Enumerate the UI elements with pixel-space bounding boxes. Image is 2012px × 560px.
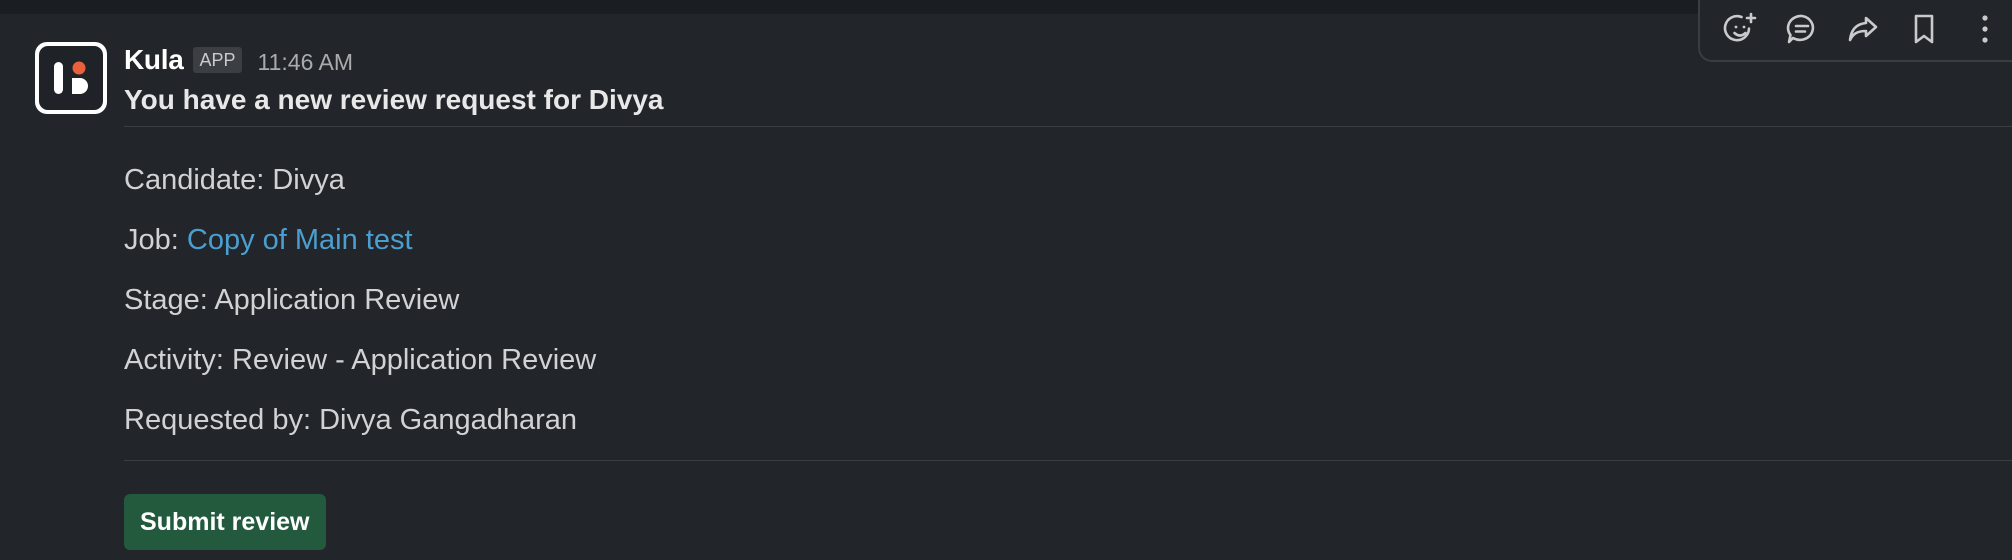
stage-label: Stage: (124, 284, 208, 316)
job-link[interactable]: Copy of Main test (187, 224, 413, 256)
add-reaction-icon[interactable] (1722, 8, 1761, 50)
share-message-icon[interactable] (1844, 8, 1883, 50)
more-actions-icon[interactable] (1965, 8, 2004, 50)
message-header: Kula APP 11:46 AM (124, 40, 353, 80)
save-bookmark-icon[interactable] (1904, 8, 1943, 50)
candidate-field: Candidate: Divya (124, 164, 345, 197)
divider (124, 126, 2012, 127)
candidate-value: Divya (272, 164, 345, 196)
avatar[interactable] (35, 42, 107, 114)
requested-by-field: Requested by: Divya Gangadharan (124, 404, 577, 437)
stage-field: Stage: Application Review (124, 284, 459, 317)
stage-value: Application Review (214, 284, 460, 316)
message-container: Kula APP 11:46 AM You have a new review … (0, 14, 2012, 560)
reply-in-thread-icon[interactable] (1783, 8, 1822, 50)
requested-by-value: Divya Gangadharan (319, 404, 578, 436)
requested-by-label: Requested by: (124, 404, 312, 436)
job-label: Job: (124, 224, 179, 256)
activity-label: Activity: (124, 344, 224, 376)
job-field: Job: Copy of Main test (124, 224, 413, 257)
candidate-label: Candidate: (124, 164, 265, 196)
activity-field: Activity: Review - Application Review (124, 344, 596, 377)
message-actions-toolbar (1698, 0, 2012, 62)
message-title: You have a new review request for Divya (124, 84, 664, 115)
divider (124, 460, 2012, 461)
sender-name[interactable]: Kula (124, 44, 184, 76)
activity-value: Review - Application Review (231, 344, 597, 376)
submit-review-button[interactable]: Submit review (124, 494, 326, 550)
app-badge: APP (193, 47, 242, 73)
message-timestamp[interactable]: 11:46 AM (258, 49, 353, 76)
kula-logo-icon (39, 46, 103, 110)
